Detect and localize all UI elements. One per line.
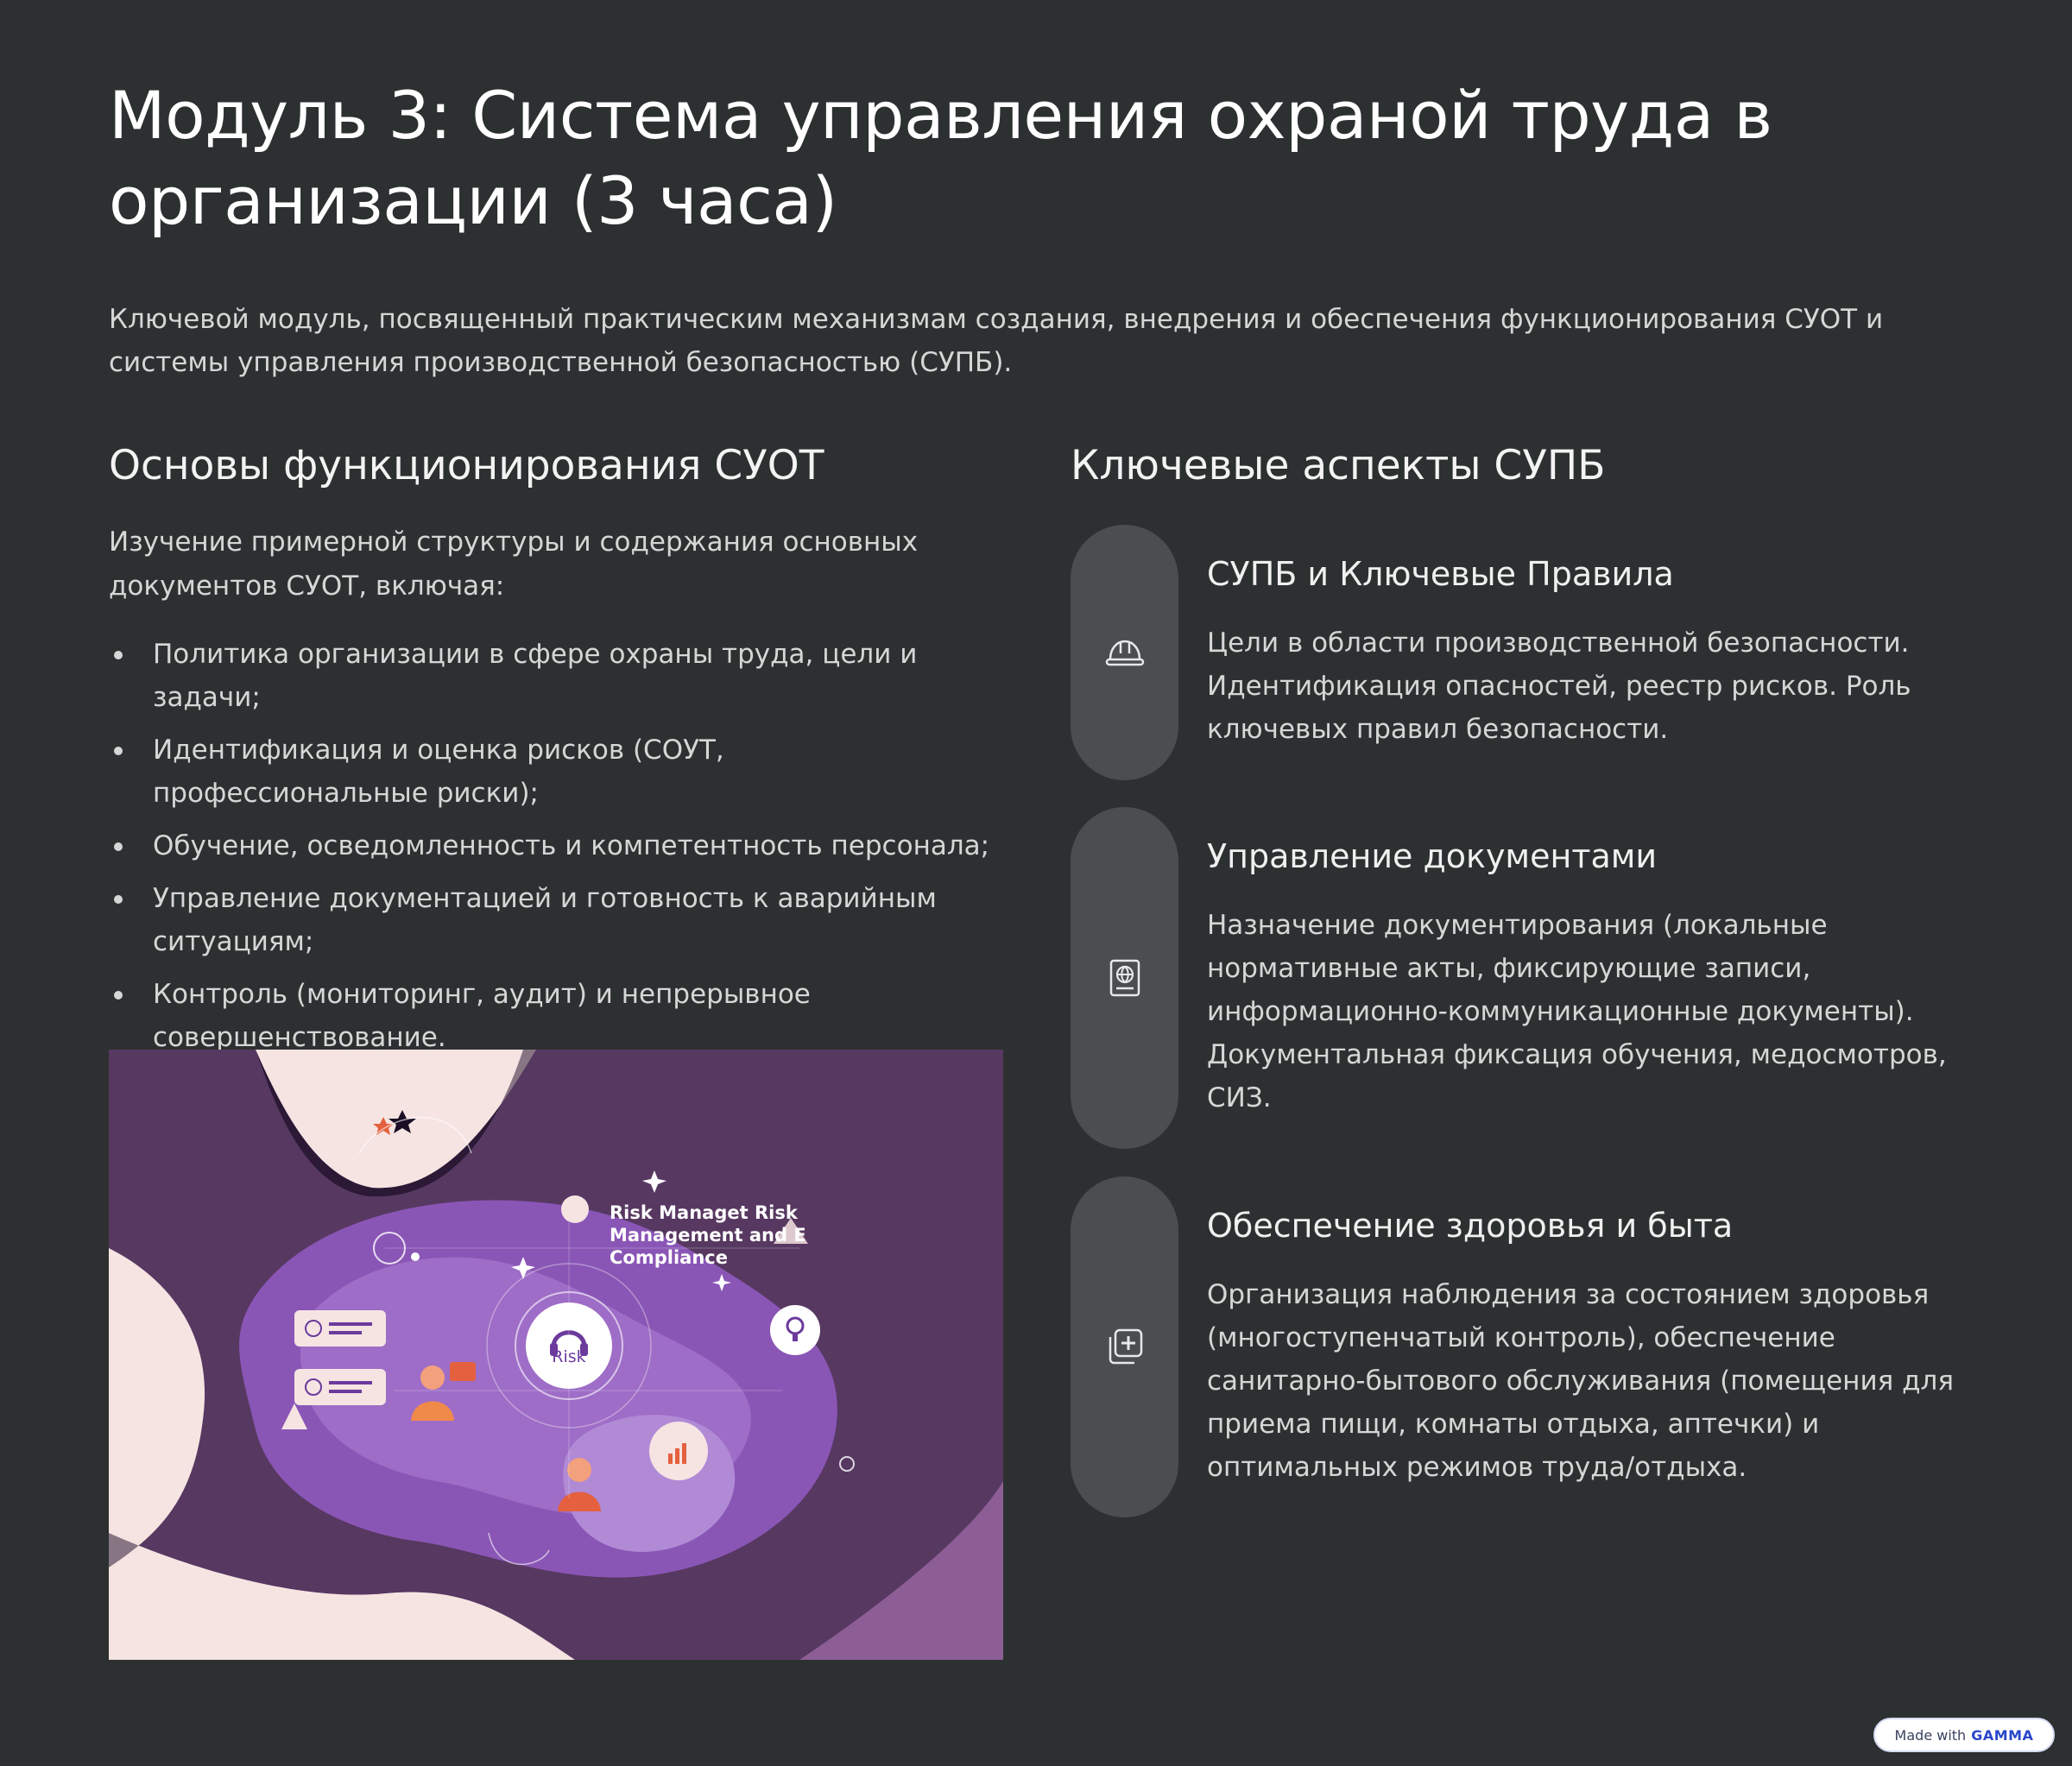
- list-item: Идентификация и оценка рисков (СОУТ, про…: [109, 728, 1007, 815]
- left-section-description: Изучение примерной структуры и содержани…: [109, 527, 919, 602]
- card-icon-pill: [1071, 807, 1178, 1149]
- document-globe-icon: [1109, 959, 1140, 997]
- bullet-dot: [114, 842, 123, 851]
- hard-hat-icon: [1105, 640, 1145, 666]
- made-with-gamma-badge[interactable]: Made with GAMMA: [1873, 1718, 2055, 1752]
- card-text: Организация наблюдения за состоянием здо…: [1207, 1279, 1954, 1483]
- bullet-dot: [114, 651, 123, 659]
- bullet-dot: [114, 991, 123, 1000]
- feature-card: Обеспечение здоровья и быта Организация …: [1071, 1176, 1986, 1517]
- feature-card: СУПБ и Ключевые Правила Цели в области п…: [1071, 525, 1986, 780]
- gamma-logo: GAMMA: [1971, 1726, 2034, 1744]
- list-item: Обучение, осведомленность и компетентнос…: [109, 824, 1007, 867]
- bullet-list: Политика организации в сфере охраны труд…: [109, 633, 1007, 1069]
- illustration-caption-line-3: Compliance: [610, 1247, 728, 1268]
- list-item-text: Контроль (мониторинг, аудит) и непрерывн…: [153, 979, 811, 1053]
- card-title: СУПБ и Ключевые Правила: [1207, 555, 1674, 593]
- card-icon-pill: [1071, 1176, 1178, 1517]
- illustration-caption-line-1: Risk Managet Risk: [610, 1202, 799, 1223]
- right-section-heading: Ключевые аспекты СУПБ: [1071, 442, 1606, 489]
- list-item: Политика организации в сфере охраны труд…: [109, 633, 1007, 719]
- card-text: Цели в области производственной безопасн…: [1207, 628, 1911, 745]
- risk-management-illustration: Risk Risk Managet Risk Management and E …: [109, 1050, 1003, 1660]
- intro-text: Ключевой модуль, посвященный практически…: [109, 304, 1884, 378]
- medical-plus-icon: [1109, 1328, 1143, 1365]
- card-title: Обеспечение здоровья и быта: [1207, 1207, 1734, 1245]
- feature-card: Управление документами Назначение докуме…: [1071, 807, 1986, 1149]
- card-text: Назначение документирования (локальные н…: [1207, 910, 1947, 1113]
- bullet-dot: [114, 747, 123, 755]
- card-title: Управление документами: [1207, 837, 1658, 875]
- list-item-text: Управление документацией и готовность к …: [153, 883, 937, 957]
- illustration-artwork: Risk Risk Managet Risk Management and E …: [109, 1050, 1003, 1660]
- page-title: Модуль 3: Система управления охраной тру…: [109, 77, 1772, 239]
- list-item: Управление документацией и готовность к …: [109, 877, 1007, 963]
- card-icon-pill: [1071, 525, 1178, 780]
- illustration-caption-line-2: Management and E: [610, 1225, 806, 1246]
- bullet-dot: [114, 895, 123, 904]
- list-item: Контроль (мониторинг, аудит) и непрерывн…: [109, 973, 1007, 1059]
- list-item-text: Политика организации в сфере охраны труд…: [153, 639, 918, 713]
- list-item-text: Идентификация и оценка рисков (СОУТ, про…: [153, 735, 724, 809]
- left-section-heading: Основы функционирования СУОТ: [109, 442, 824, 489]
- list-item-text: Обучение, осведомленность и компетентнос…: [153, 830, 990, 861]
- badge-prefix: Made with: [1894, 1726, 1967, 1744]
